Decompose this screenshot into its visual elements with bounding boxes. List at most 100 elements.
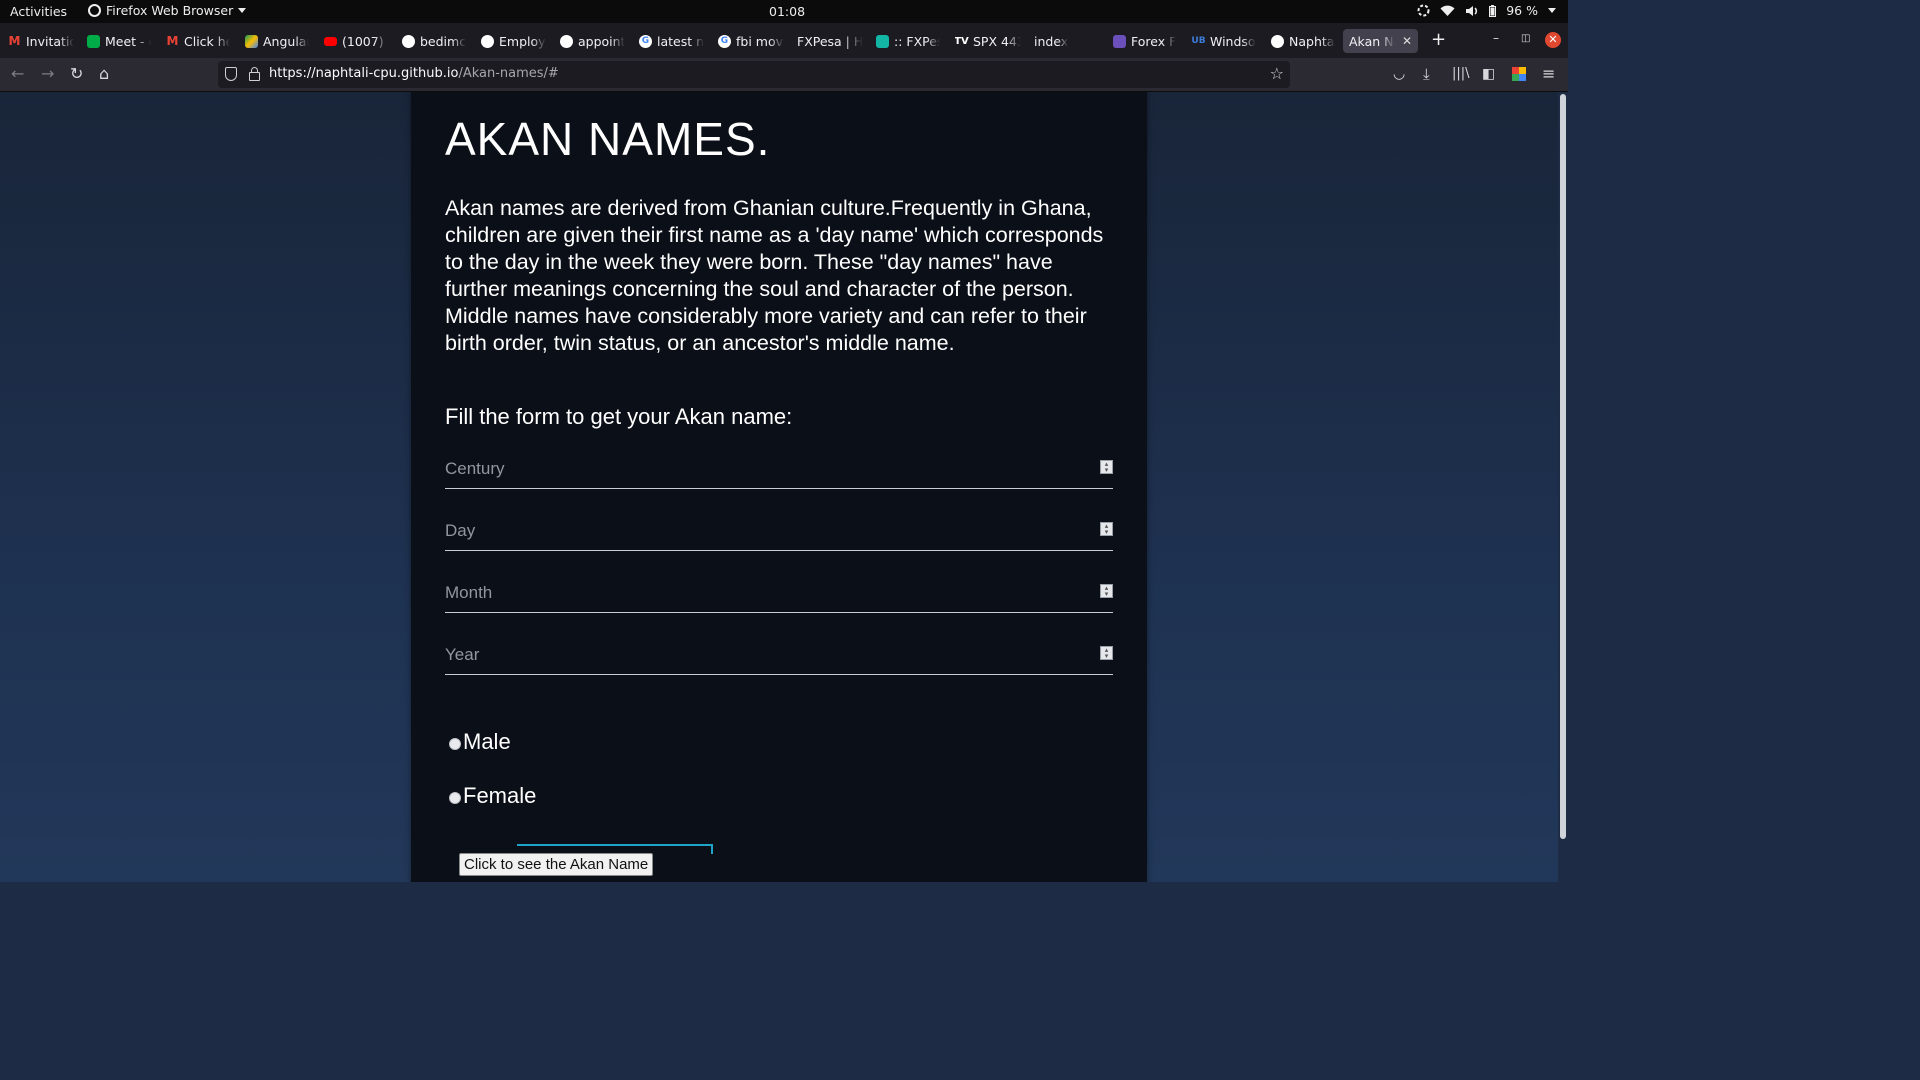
tab[interactable]: UB Windso <box>1192 29 1256 53</box>
day-spinner[interactable]: ▴ ▾ <box>1100 522 1113 536</box>
month-spinner[interactable]: ▴ ▾ <box>1100 584 1113 598</box>
wifi-icon <box>1440 5 1455 16</box>
tab-label: Naphtal <box>1289 33 1335 49</box>
sidebar-icon[interactable]: ◧ <box>1482 65 1495 83</box>
tab[interactable]: G latest n <box>639 29 705 53</box>
github-icon <box>481 34 494 48</box>
gmail-icon: M <box>8 34 21 48</box>
page-scrollbar[interactable] <box>1558 92 1568 882</box>
lock-icon[interactable] <box>249 67 260 81</box>
month-field: ▴▾ <box>445 578 1113 613</box>
female-radio[interactable] <box>449 792 461 804</box>
youtube-icon <box>324 36 337 46</box>
menu-icon[interactable]: ≡ <box>1542 65 1555 83</box>
meet-icon <box>87 34 100 48</box>
firefox-icon <box>88 4 101 17</box>
male-radio[interactable] <box>449 738 461 750</box>
tab-label: latest n <box>657 33 705 49</box>
tab-label: Click he <box>184 33 230 49</box>
gender-male-option[interactable]: Male <box>449 729 511 755</box>
download-icon[interactable]: ⤓ <box>1423 65 1430 83</box>
tab[interactable]: M Click he <box>166 29 230 53</box>
gender-female-option[interactable]: Female <box>449 783 536 809</box>
url-text[interactable]: https://naphtali-cpu.github.io/Akan-name… <box>269 66 559 81</box>
tab[interactable]: (1007) R <box>324 29 388 53</box>
tab-label: FXPesa | H <box>797 33 863 49</box>
tab-label: fbi movi <box>736 33 784 49</box>
tab-label: Windso <box>1210 33 1256 49</box>
tab-active[interactable]: Akan Na ✕ <box>1343 29 1418 53</box>
github-icon <box>560 34 573 48</box>
close-icon[interactable]: ✕ <box>1402 34 1412 48</box>
page-title: AKAN NAMES. <box>445 113 771 165</box>
tab[interactable]: :: FXPes <box>876 29 940 53</box>
year-input[interactable] <box>445 640 1085 670</box>
tab[interactable]: bedimc <box>402 29 468 53</box>
tab-label: bedimc <box>420 33 467 49</box>
app-menu-label: Firefox Web Browser <box>106 3 234 18</box>
male-label: Male <box>463 729 511 754</box>
minimize-icon[interactable]: – <box>1493 31 1499 45</box>
tab[interactable]: Employ <box>481 29 547 53</box>
tab[interactable]: Angular <box>245 29 309 53</box>
day-input[interactable] <box>445 516 1085 546</box>
tab-label: Akan Na <box>1349 33 1395 49</box>
century-input[interactable] <box>445 454 1085 484</box>
tab[interactable]: Forex F <box>1113 29 1177 53</box>
tab[interactable]: index <box>1034 29 1094 53</box>
intro-paragraph: Akan names are derived from Ghanian cult… <box>445 196 1104 355</box>
app-menu[interactable]: Firefox Web Browser <box>88 3 247 18</box>
year-field: ▴▾ <box>445 640 1113 675</box>
bookmark-star-icon[interactable]: ☆ <box>1270 64 1284 83</box>
battery-percent: 96 % <box>1506 3 1538 18</box>
library-icon[interactable]: |||\ <box>1452 65 1470 83</box>
windsor-icon: UB <box>1192 36 1206 46</box>
tab-label: SPX 443 <box>973 33 1021 49</box>
tab[interactable]: M Invitatio <box>8 29 74 53</box>
century-field: ▴▾ <box>445 454 1113 489</box>
tab[interactable]: TV SPX 443 <box>955 29 1021 53</box>
new-tab-button[interactable]: + <box>1431 29 1446 51</box>
tab-label: Employ <box>499 33 546 49</box>
submit-button[interactable]: Click to see the Akan Name <box>459 853 654 876</box>
tab[interactable]: appoint <box>560 29 626 53</box>
restore-icon[interactable]: ◫ <box>1521 33 1530 44</box>
tab-label: Meet - q <box>105 33 151 49</box>
female-label: Female <box>463 783 537 808</box>
month-input[interactable] <box>445 578 1085 608</box>
clock[interactable]: 01:08 <box>769 4 805 19</box>
scrollbar-thumb[interactable] <box>1560 94 1566 839</box>
tab-label: Invitatio <box>26 33 74 49</box>
form-heading: Fill the form to get your Akan name: <box>445 404 793 429</box>
tab[interactable]: Naphtal <box>1271 29 1335 53</box>
tab[interactable]: Meet - q <box>87 29 151 53</box>
address-bar[interactable]: https://naphtali-cpu.github.io/Akan-name… <box>218 61 1290 88</box>
back-button[interactable]: ← <box>11 65 24 83</box>
century-spinner[interactable]: ▴ ▾ <box>1100 460 1113 474</box>
volume-icon <box>1466 5 1478 16</box>
tab-label: :: FXPes <box>894 33 940 49</box>
tab-strip: M Invitatio Meet - q M Click he Angular … <box>0 23 1568 58</box>
extension-icon[interactable] <box>1512 67 1526 85</box>
url-host: https://naphtali-cpu.github.io <box>269 66 459 81</box>
year-spinner[interactable]: ▴ ▾ <box>1100 646 1113 660</box>
day-field: ▴▾ <box>445 516 1113 551</box>
color-picker-icon <box>1417 4 1430 17</box>
tradingview-icon: TV <box>955 35 969 47</box>
google-icon: G <box>718 34 731 48</box>
chevron-down-icon <box>1548 8 1556 13</box>
tab[interactable]: G fbi movi <box>718 29 784 53</box>
tab-label: index <box>1034 33 1069 49</box>
content-card: AKAN NAMES. Akan names are derived from … <box>411 92 1147 882</box>
chevron-down-icon <box>238 8 247 13</box>
system-tray[interactable]: 96 % <box>1417 3 1556 18</box>
tab[interactable]: FXPesa | H <box>797 29 863 53</box>
reload-button[interactable]: ↻ <box>70 65 83 83</box>
navigation-toolbar: ← → ↻ ⌂ https://naphtali-cpu.github.io/A… <box>0 58 1568 92</box>
activities-button[interactable]: Activities <box>10 4 67 19</box>
window-close-button[interactable]: ✕ <box>1545 32 1561 48</box>
forward-button[interactable]: → <box>41 65 54 83</box>
home-button[interactable]: ⌂ <box>99 65 109 83</box>
tracking-shield-icon[interactable] <box>225 67 237 81</box>
pocket-icon[interactable]: ◡ <box>1393 65 1405 83</box>
